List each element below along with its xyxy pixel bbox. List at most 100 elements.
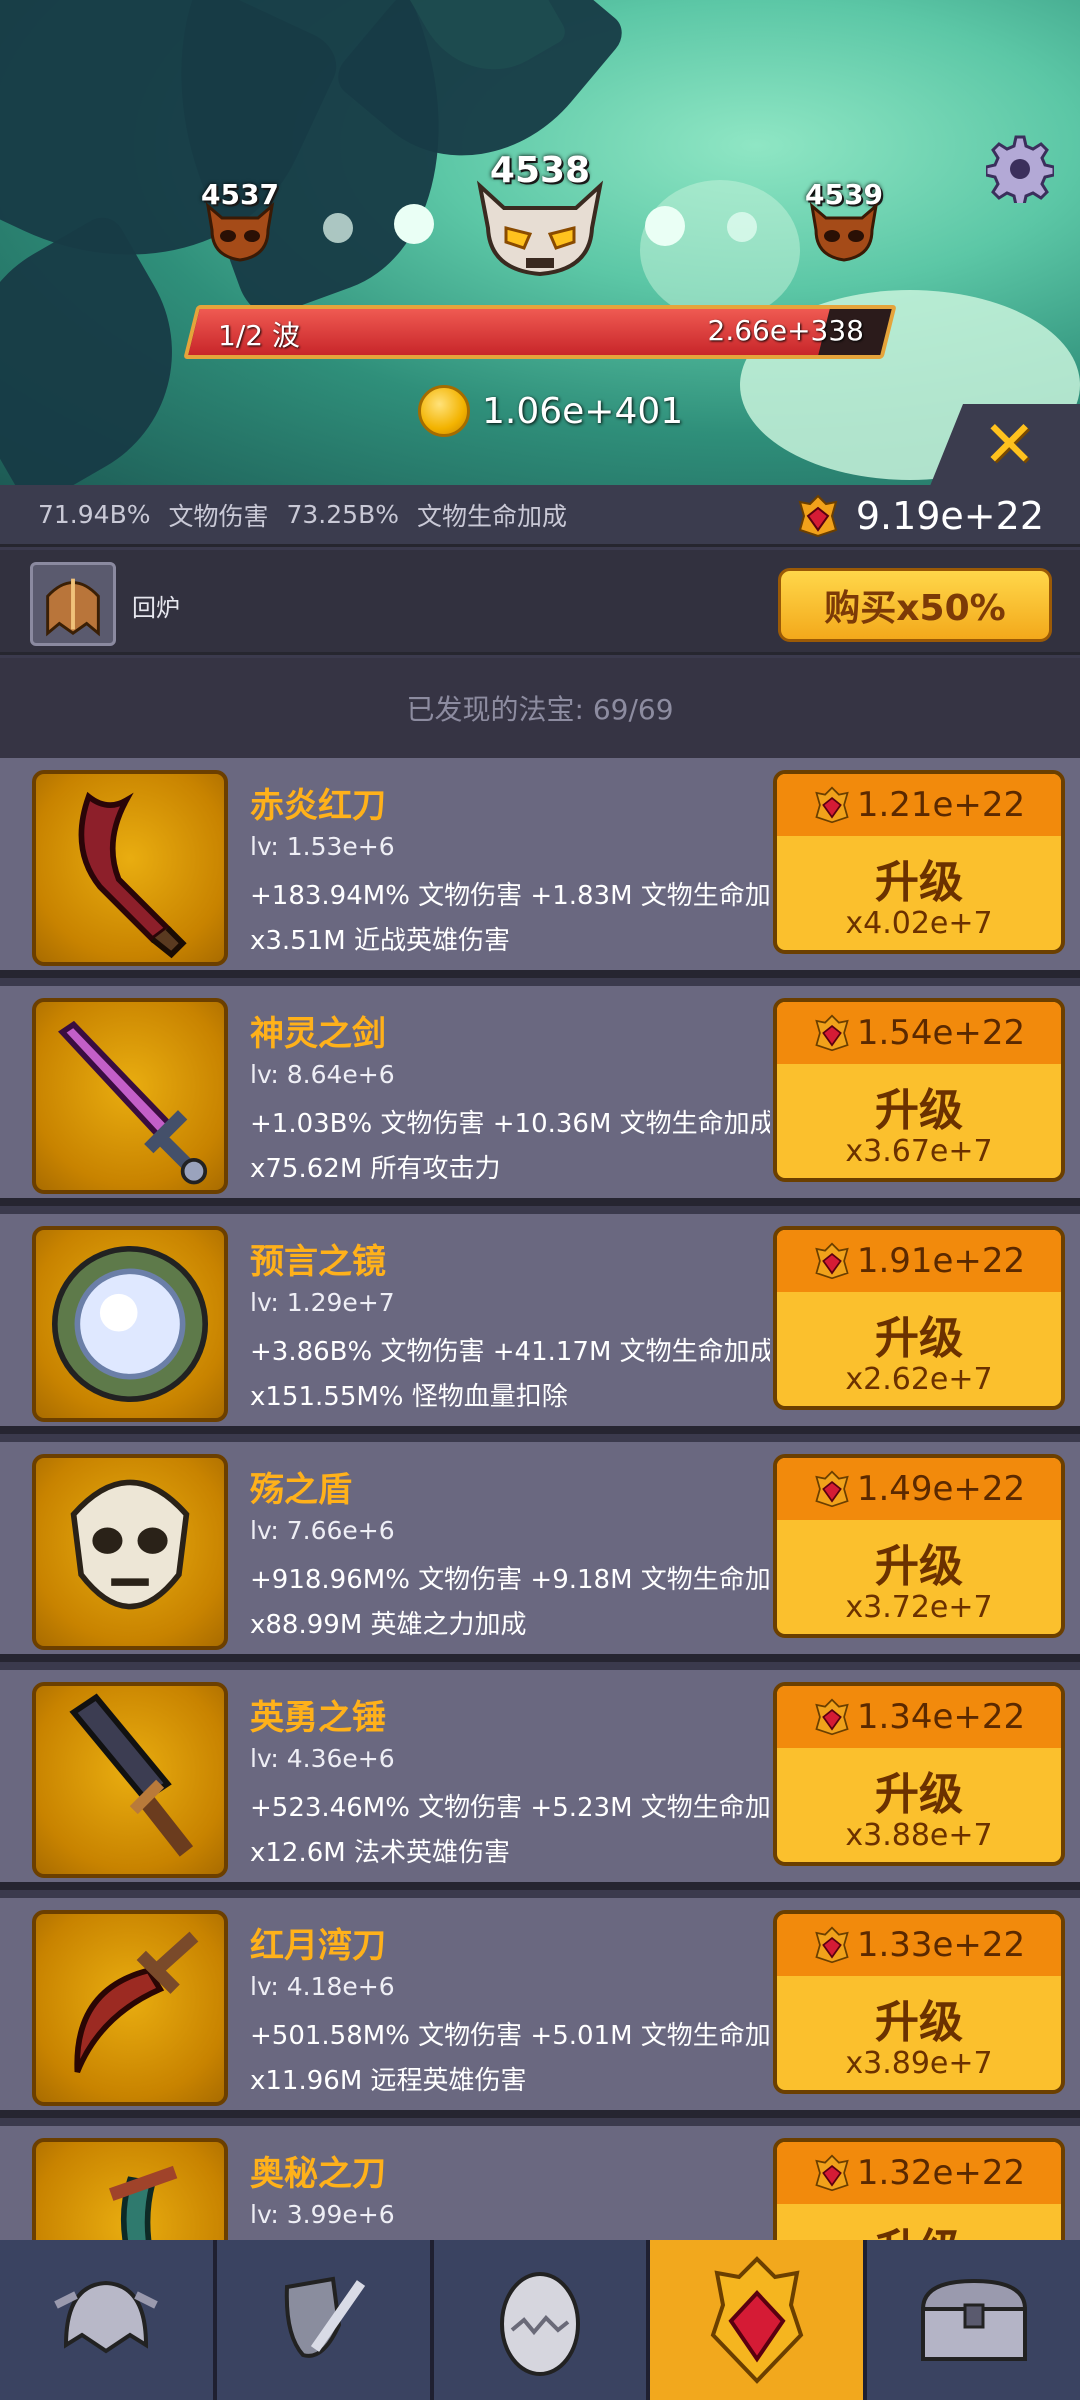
reforge-button[interactable]: [30, 562, 116, 646]
nav-pets[interactable]: [433, 2240, 647, 2400]
arcane-knife-icon[interactable]: [32, 2138, 228, 2240]
upgrade-cost: 1.54e+22: [777, 1002, 1061, 1064]
gear-icon[interactable]: [986, 135, 1054, 203]
artifact-effect-primary: +183.94M% 文物伤害 +1.83M 文物生命加成: [250, 881, 770, 911]
discovered-count: 已发现的法宝: 69/69: [0, 658, 1080, 758]
nav-heroes[interactable]: [0, 2240, 213, 2400]
ruby-icon: [815, 1014, 849, 1052]
artifact-level: lv: 3.99e+6: [250, 2200, 395, 2229]
treasure-chest-icon: [920, 2278, 1027, 2361]
artifact-row: 奥秘之刀 lv: 3.99e+6 1.32e+22 升级: [0, 2126, 1080, 2240]
battle-scene: 4537 4538 4539 1/2 波 2.66e+338 1.06e+401…: [0, 0, 1080, 485]
artifact-level: lv: 1.29e+7: [250, 1288, 395, 1317]
upgrade-button[interactable]: 1.34e+22 升级 x3.88e+7: [773, 1682, 1065, 1866]
progress-dot: [645, 206, 685, 246]
upgrade-label: 升级: [875, 1541, 963, 1592]
upgrade-multiplier: x2.62e+7: [845, 1362, 993, 1397]
boss-skull-icon: [476, 180, 604, 277]
artifact-name: 英勇之锤: [250, 1698, 386, 1738]
divine-sword-icon[interactable]: [32, 998, 228, 1194]
artifact-list: 赤炎红刀 lv: 1.53e+6 +183.94M% 文物伤害 +1.83M 文…: [0, 758, 1080, 2240]
upgrade-label: 升级: [875, 857, 963, 908]
upgrade-cost: 1.91e+22: [777, 1230, 1061, 1292]
upgrade-button[interactable]: 1.32e+22 升级: [773, 2138, 1065, 2240]
upgrade-multiplier: x3.88e+7: [845, 1818, 993, 1853]
progress-dot: [727, 212, 757, 242]
artifact-row: 预言之镜 lv: 1.29e+7 +3.86B% 文物伤害 +41.17M 文物…: [0, 1214, 1080, 1434]
ruby-icon: [815, 1926, 849, 1964]
artifact-row: 神灵之剑 lv: 8.64e+6 +1.03B% 文物伤害 +10.36M 文物…: [0, 986, 1080, 1206]
cloud: [640, 180, 800, 320]
wave-label: 1/2 波: [218, 319, 300, 352]
artifact-effect-primary: +1.03B% 文物伤害 +10.36M 文物生命加成: [250, 1109, 770, 1139]
upgrade-button[interactable]: 1.91e+22 升级 x2.62e+7: [773, 1226, 1065, 1410]
artifact-name: 奥秘之刀: [250, 2154, 386, 2194]
artifact-damage-label: 文物伤害: [168, 501, 269, 531]
upgrade-cost-value: 1.33e+22: [856, 1925, 1026, 1965]
ruby-icon: [815, 786, 849, 824]
gold-display: 1.06e+401: [418, 385, 683, 437]
artifact-name: 神灵之剑: [250, 1014, 386, 1054]
upgrade-cost-value: 1.34e+22: [856, 1697, 1026, 1737]
ruby-icon: [815, 1242, 849, 1280]
artifact-effect-primary: +918.96M% 文物伤害 +9.18M 文物生命加成: [250, 1565, 770, 1595]
artifact-effect-primary: +523.46M% 文物伤害 +5.23M 文物生命加成: [250, 1793, 770, 1823]
crescent-dagger-icon[interactable]: [32, 1910, 228, 2106]
close-icon[interactable]: ✕: [982, 408, 1036, 482]
artifact-helmet-icon: [46, 578, 100, 637]
upgrade-button[interactable]: 1.54e+22 升级 x3.67e+7: [773, 998, 1065, 1182]
upgrade-cost-value: 1.21e+22: [856, 785, 1026, 825]
artifact-name: 赤炎红刀: [250, 786, 386, 826]
artifact-effect-secondary: x151.55M% 怪物血量扣除: [250, 1382, 568, 1412]
artifact-level: lv: 4.36e+6: [250, 1744, 395, 1773]
artifact-row: 赤炎红刀 lv: 1.53e+6 +183.94M% 文物伤害 +1.83M 文…: [0, 758, 1080, 978]
gem-balance: 9.19e+22: [796, 485, 1044, 547]
ruby-icon: [815, 1698, 849, 1736]
artifact-row: 红月湾刀 lv: 4.18e+6 +501.58M% 文物伤害 +5.01M 文…: [0, 1898, 1080, 2118]
upgrade-button[interactable]: 1.33e+22 升级 x3.89e+7: [773, 1910, 1065, 2094]
artifact-stats-bar: 71.94B% 文物伤害 73.25B% 文物生命加成 9.19e+22: [0, 485, 1080, 547]
nav-chests[interactable]: [867, 2240, 1080, 2400]
upgrade-cost: 1.33e+22: [777, 1914, 1061, 1976]
red-blade-icon[interactable]: [32, 770, 228, 966]
artifact-effect-primary: +3.86B% 文物伤害 +41.17M 文物生命加成: [250, 1337, 770, 1367]
artifact-effect-secondary: x75.62M 所有攻击力: [250, 1154, 501, 1184]
reforge-label: 回炉: [132, 594, 180, 622]
artifact-effect-secondary: x3.51M 近战英雄伤害: [250, 926, 510, 956]
ruby-crest-icon: [710, 2256, 804, 2384]
progress-dot: [323, 213, 353, 243]
egg-icon: [499, 2272, 580, 2376]
upgrade-label: 升级: [875, 1085, 963, 1136]
upgrade-multiplier: x3.89e+7: [845, 2046, 993, 2081]
reforge-row: 回炉 购买x50%: [0, 550, 1080, 655]
artifact-effect-secondary: x12.6M 法术英雄伤害: [250, 1838, 510, 1868]
artifact-row: 殇之盾 lv: 7.66e+6 +918.96M% 文物伤害 +9.18M 文物…: [0, 1442, 1080, 1662]
artifact-damage-value: 71.94B%: [38, 500, 151, 529]
gem-amount: 9.19e+22: [855, 494, 1044, 538]
prophecy-mirror-icon[interactable]: [32, 1226, 228, 1422]
upgrade-cost: 1.21e+22: [777, 774, 1061, 836]
upgrade-cost: 1.32e+22: [777, 2142, 1061, 2204]
artifact-effect-secondary: x88.99M 英雄之力加成: [250, 1610, 527, 1640]
helmet-icon: [54, 2280, 159, 2354]
upgrade-label: 升级: [875, 1313, 963, 1364]
upgrade-label: 升级: [875, 1997, 963, 2048]
upgrade-button[interactable]: 1.49e+22 升级 x3.72e+7: [773, 1454, 1065, 1638]
spiked-mace-icon[interactable]: [32, 1682, 228, 1878]
nav-equipment[interactable]: [216, 2240, 430, 2400]
upgrade-label: 升级: [777, 2214, 1061, 2240]
stage-skull-icon: [205, 202, 275, 262]
progress-dot: [394, 204, 434, 244]
artifact-name: 预言之镜: [250, 1242, 386, 1282]
upgrade-cost-value: 1.54e+22: [856, 1013, 1026, 1053]
upgrade-button[interactable]: 1.21e+22 升级 x4.02e+7: [773, 770, 1065, 954]
upgrade-multiplier: x3.67e+7: [845, 1134, 993, 1169]
skull-shield-icon[interactable]: [32, 1454, 228, 1650]
artifact-row: 英勇之锤 lv: 4.36e+6 +523.46M% 文物伤害 +5.23M 文…: [0, 1670, 1080, 1890]
artifact-name: 红月湾刀: [250, 1926, 386, 1966]
nav-artifacts[interactable]: [650, 2240, 864, 2400]
wave-hp-value: 2.66e+338: [707, 314, 864, 347]
artifact-level: lv: 8.64e+6: [250, 1060, 395, 1089]
ruby-icon: [798, 494, 838, 538]
buy-multiplier-button[interactable]: 购买x50%: [778, 568, 1052, 642]
